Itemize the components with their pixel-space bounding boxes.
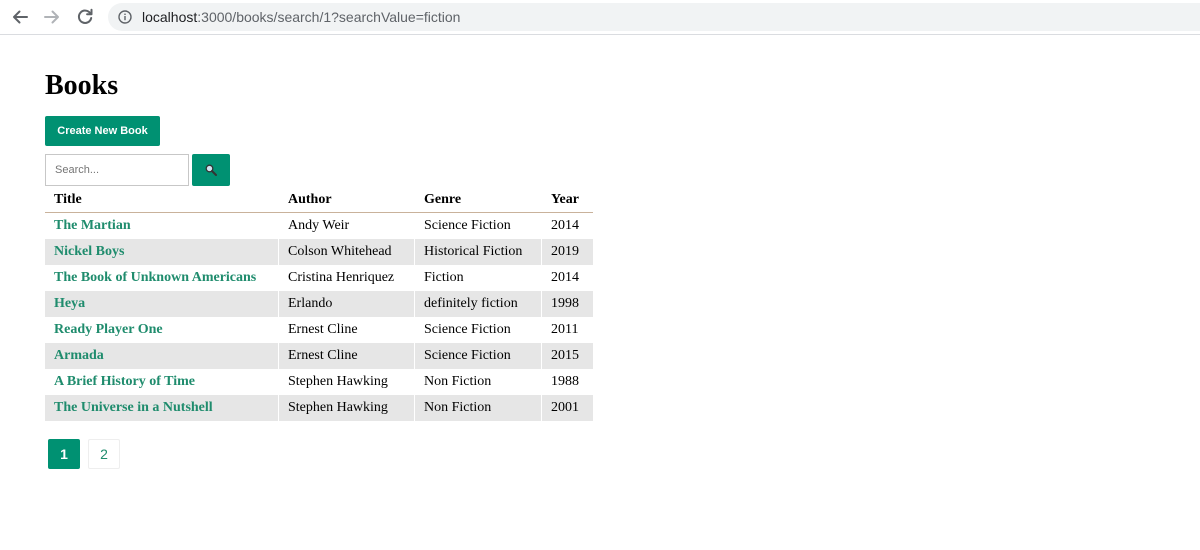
- reload-icon: [77, 8, 93, 24]
- cell-title: Heya: [45, 291, 279, 317]
- cell-year: 2011: [541, 317, 593, 343]
- column-header-genre: Genre: [414, 187, 542, 213]
- table-row: Nickel Boys Colson Whitehead Historical …: [45, 239, 593, 265]
- cell-author: Stephen Hawking: [278, 395, 415, 421]
- cell-genre: Science Fiction: [414, 212, 542, 239]
- table-row: The Universe in a Nutshell Stephen Hawki…: [45, 395, 593, 421]
- cell-genre: definitely fiction: [414, 291, 542, 317]
- book-title-link[interactable]: The Universe in a Nutshell: [54, 400, 213, 415]
- search-input[interactable]: [45, 154, 189, 186]
- table-row: A Brief History of Time Stephen Hawking …: [45, 369, 593, 395]
- book-title-link[interactable]: Ready Player One: [54, 322, 163, 337]
- cell-genre: Science Fiction: [414, 317, 542, 343]
- info-icon[interactable]: [118, 10, 132, 24]
- table-row: The Book of Unknown Americans Cristina H…: [45, 265, 593, 291]
- cell-genre: Non Fiction: [414, 395, 542, 421]
- cell-genre: Historical Fiction: [414, 239, 542, 265]
- address-bar[interactable]: localhost:3000/books/search/1?searchValu…: [108, 3, 1200, 31]
- page-2-button[interactable]: 2: [88, 439, 120, 469]
- cell-year: 2019: [541, 239, 593, 265]
- cell-genre: Science Fiction: [414, 343, 542, 369]
- cell-author: Colson Whitehead: [278, 239, 415, 265]
- cell-title: The Book of Unknown Americans: [45, 265, 279, 291]
- cell-author: Ernest Cline: [278, 317, 415, 343]
- browser-toolbar: localhost:3000/books/search/1?searchValu…: [0, 0, 1200, 35]
- books-table: Title Author Genre Year The Martian Andy…: [45, 187, 593, 421]
- page-1-button[interactable]: 1: [48, 439, 80, 469]
- column-header-author: Author: [278, 187, 415, 213]
- cell-year: 1998: [541, 291, 593, 317]
- back-button[interactable]: [10, 7, 30, 27]
- cell-genre: Fiction: [414, 265, 542, 291]
- magnifier-icon: [205, 164, 217, 176]
- cell-year: 2014: [541, 265, 593, 291]
- cell-genre: Non Fiction: [414, 369, 542, 395]
- book-title-link[interactable]: A Brief History of Time: [54, 374, 195, 389]
- table-row: Ready Player One Ernest Cline Science Fi…: [45, 317, 593, 343]
- cell-author: Andy Weir: [278, 212, 415, 239]
- column-header-year: Year: [541, 187, 593, 213]
- table-header-row: Title Author Genre Year: [45, 187, 593, 213]
- table-row: Armada Ernest Cline Science Fiction 2015: [45, 343, 593, 369]
- cell-title: Nickel Boys: [45, 239, 279, 265]
- cell-author: Stephen Hawking: [278, 369, 415, 395]
- cell-title: The Universe in a Nutshell: [45, 395, 279, 421]
- cell-title: Ready Player One: [45, 317, 279, 343]
- create-new-book-button[interactable]: Create New Book: [45, 116, 160, 146]
- cell-title: The Martian: [45, 213, 279, 240]
- book-title-link[interactable]: The Book of Unknown Americans: [54, 270, 256, 285]
- table-row: Heya Erlando definitely fiction 1998: [45, 291, 593, 317]
- search-button[interactable]: [192, 154, 230, 186]
- book-title-link[interactable]: Nickel Boys: [54, 244, 124, 259]
- cell-year: 2014: [541, 212, 593, 239]
- table-row: The Martian Andy Weir Science Fiction 20…: [45, 212, 593, 240]
- url-text: localhost:3000/books/search/1?searchValu…: [142, 9, 460, 25]
- forward-button[interactable]: [42, 7, 62, 27]
- cell-year: 2015: [541, 343, 593, 369]
- cell-author: Ernest Cline: [278, 343, 415, 369]
- page-title: Books: [45, 70, 119, 101]
- cell-author: Erlando: [278, 291, 415, 317]
- cell-title: A Brief History of Time: [45, 369, 279, 395]
- cell-author: Cristina Henriquez: [278, 265, 415, 291]
- column-header-title: Title: [45, 187, 279, 213]
- cell-title: Armada: [45, 343, 279, 369]
- book-title-link[interactable]: Armada: [54, 348, 104, 363]
- cell-year: 2001: [541, 395, 593, 421]
- cell-year: 1988: [541, 369, 593, 395]
- pagination: 1 2: [48, 439, 120, 469]
- url-host: localhost: [142, 9, 198, 25]
- url-path: :3000/books/search/1?searchValue=fiction: [197, 9, 461, 25]
- book-title-link[interactable]: Heya: [54, 296, 85, 311]
- arrow-right-icon: [44, 10, 59, 24]
- arrow-left-icon: [13, 10, 28, 24]
- book-title-link[interactable]: The Martian: [54, 218, 131, 233]
- reload-button[interactable]: [75, 7, 95, 27]
